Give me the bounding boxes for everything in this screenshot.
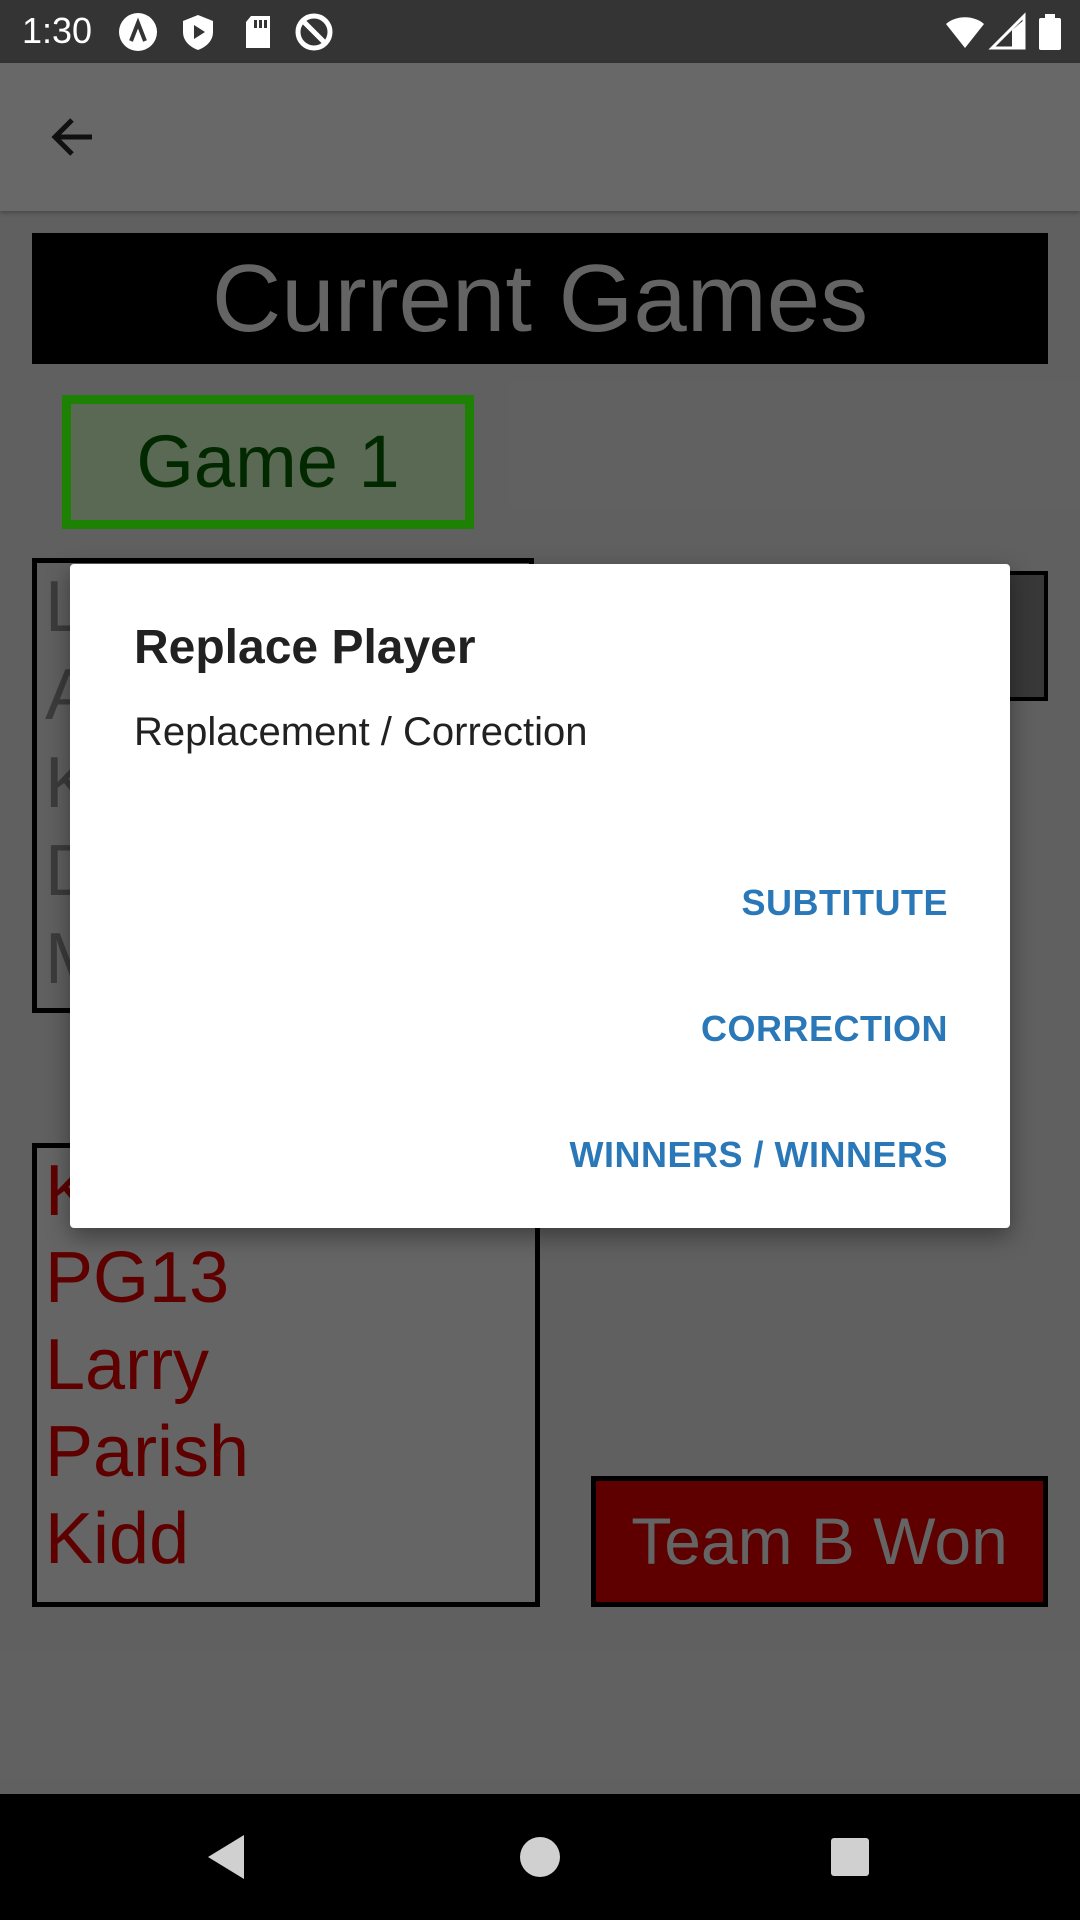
nav-home-icon[interactable] [510, 1827, 570, 1887]
sd-card-icon [246, 16, 270, 48]
dialog-title: Replace Player [134, 621, 476, 674]
cell-signal-icon [988, 12, 1026, 50]
dialog-message: Replacement / Correction [134, 710, 588, 754]
play-protect-icon [183, 15, 213, 50]
replace-player-dialog: Replace Player Replacement / Correction … [70, 564, 1010, 1228]
nav-back-icon[interactable] [198, 1827, 258, 1887]
winners-button[interactable]: WINNERS / WINNERS [569, 1134, 948, 1176]
correction-button[interactable]: CORRECTION [701, 1008, 948, 1050]
app-notification-icon [119, 13, 157, 51]
status-time: 1:30 [22, 10, 93, 51]
status-bar: 1:30 [0, 0, 1080, 63]
substitute-button[interactable]: SUBTITUTE [742, 882, 949, 924]
do-not-disturb-icon [295, 13, 333, 51]
wifi-icon [946, 17, 984, 48]
nav-recents-icon[interactable] [820, 1827, 880, 1887]
battery-icon [1039, 14, 1061, 50]
navigation-bar [0, 1794, 1080, 1920]
